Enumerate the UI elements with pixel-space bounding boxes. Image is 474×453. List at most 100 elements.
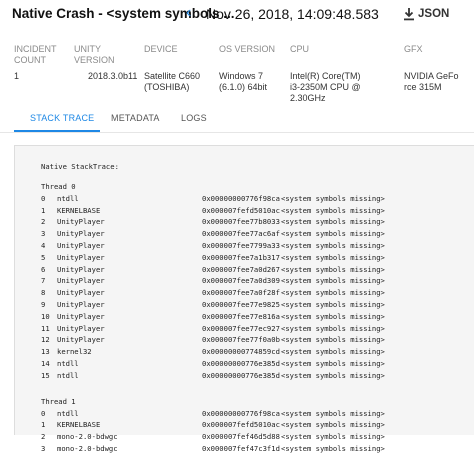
frame-symbol: <system symbols missing> [281, 420, 385, 430]
frame-symbol: <system symbols missing> [281, 288, 385, 298]
frame-symbol: <system symbols missing> [281, 311, 385, 321]
frame-index: 5 [41, 252, 46, 262]
frame-address: 0x000007fef47c3f1d [202, 443, 280, 453]
frame-module: KERNELBASE [57, 420, 101, 430]
frame-module: mono-2.0-bdwgc [57, 443, 118, 453]
frame-module: UnityPlayer [57, 300, 105, 309]
frame-module: UnityPlayer [57, 217, 105, 227]
frame-module: UnityPlayer [57, 323, 105, 333]
thread-title: Thread 1 [41, 396, 76, 406]
frame-index: 7 [41, 276, 46, 286]
frame-address: 0x000007fee7a0f28f [202, 288, 280, 298]
frame-index: 3 [41, 229, 46, 239]
frame-module: UnityPlayer [57, 288, 105, 298]
frame-symbol: <system symbols missing> [281, 370, 385, 380]
frame-symbol: <system symbols missing> [281, 359, 385, 368]
frame-module: ntdll [57, 408, 79, 418]
thread-title: Thread 0 [41, 182, 76, 191]
frame-address: 0x000007fee77ec927 [202, 323, 280, 333]
crash-header: Native Crash - <system symbols ... ‹ Nov… [0, 0, 474, 30]
tab-bar: STACK TRACE METADATA LOGS [0, 105, 474, 133]
frame-module: UnityPlayer [57, 264, 105, 274]
frame-address: 0x000007fee7a0d267 [202, 264, 280, 274]
frame-index: 15 [41, 370, 50, 380]
tab-logs[interactable]: LOGS [181, 113, 207, 123]
crash-datetime: Nov 26, 2018, 14:09:48.583 [206, 6, 379, 22]
frame-module: kernel32 [57, 347, 92, 357]
frame-index: 6 [41, 264, 46, 274]
frame-address: 0x00000000776f98ca [202, 193, 280, 203]
gfx-label: GFX [404, 44, 423, 54]
frame-module: UnityPlayer [57, 311, 105, 321]
cpu-label: CPU [290, 44, 310, 54]
frame-index: 0 [41, 193, 46, 203]
frame-address: 0x00000000776e385d [202, 359, 280, 368]
frame-symbol: <system symbols missing> [281, 443, 385, 453]
frame-module: ntdll [57, 193, 79, 203]
frame-address: 0x000007fee77f0a0b [202, 335, 280, 345]
incident-count-label: INCIDENT COUNT [14, 44, 57, 65]
frame-symbol: <system symbols missing> [281, 252, 385, 262]
incident-count-value: 1 [14, 71, 20, 81]
frame-address: 0x00000000776f98ca [202, 408, 280, 418]
frame-index: 9 [41, 300, 46, 309]
json-label: JSON [418, 8, 450, 20]
frame-module: UnityPlayer [57, 241, 105, 250]
json-download-button[interactable]: JSON [403, 5, 449, 23]
unity-version-label: UNITY VERSION [74, 44, 115, 65]
tab-metadata[interactable]: METADATA [111, 113, 160, 123]
frame-symbol: <system symbols missing> [281, 347, 385, 357]
device-value: Satellite C660 (TOSHIBA) [144, 71, 201, 92]
frame-module: UnityPlayer [57, 335, 105, 345]
stacktrace-header: Native StackTrace: [41, 162, 119, 171]
frame-address: 0x00000000776e385d [202, 370, 280, 380]
frame-module: UnityPlayer [57, 229, 105, 239]
os-version-label: OS VERSION [219, 44, 276, 54]
frame-index: 4 [41, 241, 46, 250]
tab-stack-trace[interactable]: STACK TRACE [30, 113, 94, 123]
frame-symbol: <system symbols missing> [281, 229, 385, 239]
frame-symbol: <system symbols missing> [281, 408, 385, 418]
frame-symbol: <system symbols missing> [281, 276, 385, 286]
frame-address: 0x000007fee77ac6af [202, 229, 280, 239]
frame-index: 8 [41, 288, 46, 298]
device-label: DEVICE [144, 44, 178, 54]
frame-index: 10 [41, 311, 50, 321]
download-icon [404, 8, 414, 21]
frame-module: KERNELBASE [57, 205, 101, 215]
frame-symbol: <system symbols missing> [281, 323, 385, 333]
frame-symbol: <system symbols missing> [281, 241, 385, 250]
frame-index: 11 [41, 323, 50, 333]
frame-module: UnityPlayer [57, 252, 105, 262]
frame-symbol: <system symbols missing> [281, 300, 385, 309]
frame-index: 0 [41, 408, 46, 418]
frame-address: 0x000007fee77e9825 [202, 300, 280, 309]
frame-address: 0x000007fee7a0d309 [202, 276, 280, 286]
crash-title: Native Crash - <system symbols ... [12, 6, 235, 21]
frame-address: 0x000007fee77e816a [202, 311, 280, 321]
chevron-left-icon[interactable]: ‹ [186, 4, 191, 22]
os-version-value: Windows 7 (6.1.0) 64bit [219, 71, 268, 92]
unity-version-value: 2018.3.0b11 [88, 71, 138, 81]
frame-symbol: <system symbols missing> [281, 205, 385, 215]
frame-module: UnityPlayer [57, 276, 105, 286]
tab-divider [0, 132, 474, 133]
frame-index: 3 [41, 443, 46, 453]
frame-index: 2 [41, 217, 46, 227]
frame-symbol: <system symbols missing> [281, 193, 385, 203]
cpu-value: Intel(R) Core(TM) i3-2350M CPU @ 2.30GHz [290, 71, 361, 103]
frame-module: ntdll [57, 370, 79, 380]
frame-address: 0x000007fee7799a33 [202, 241, 280, 250]
frame-module: ntdll [57, 359, 79, 368]
frame-address: 0x00000000774859cd [202, 347, 280, 357]
frame-index: 13 [41, 347, 50, 357]
frame-address: 0x000007fefd5010ac [202, 205, 280, 215]
frame-index: 1 [41, 205, 46, 215]
frame-address: 0x000007fee7a1b317 [202, 252, 280, 262]
frame-symbol: <system symbols missing> [281, 335, 385, 345]
frame-index: 12 [41, 335, 50, 345]
stack-trace-panel[interactable]: Native StackTrace: Thread 0 0 ntdll 0x00000… [14, 145, 474, 453]
frame-symbol: <system symbols missing> [281, 217, 385, 227]
gfx-value: NVIDIA GeForce 315M [404, 71, 459, 92]
frame-address: 0x000007fefd5010ac [202, 420, 280, 430]
